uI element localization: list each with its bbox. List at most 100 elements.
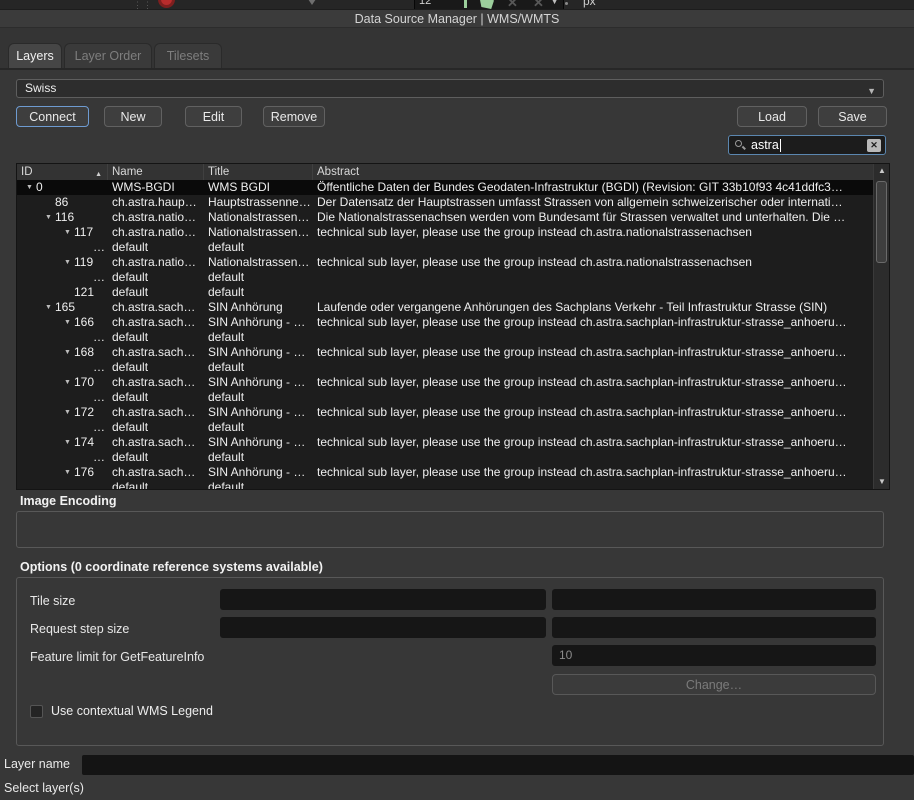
- scroll-up-icon[interactable]: ▲: [874, 164, 890, 178]
- cell-title: SIN Anhörung: [204, 300, 313, 315]
- tab-layers[interactable]: Layers: [8, 43, 62, 68]
- id-value: 117: [74, 225, 93, 240]
- tile-width-input[interactable]: [220, 589, 546, 610]
- connect-button[interactable]: Connect: [16, 106, 89, 127]
- expand-triangle-icon[interactable]: ▼: [61, 405, 74, 420]
- cell-title: default: [204, 270, 313, 285]
- id-value: 121: [74, 285, 94, 300]
- cell-id: ▼ 172: [17, 405, 108, 420]
- table-row[interactable]: … default default: [17, 270, 873, 285]
- vertical-scrollbar[interactable]: ▲ ▼: [873, 164, 889, 489]
- table-row[interactable]: ▼ 174 ch.astra.sach… SIN Anhörung - … te…: [17, 435, 873, 450]
- cell-id: 121: [17, 285, 108, 300]
- layer-name-input[interactable]: [82, 755, 914, 775]
- column-header-title[interactable]: Title: [204, 164, 313, 180]
- options-label: Options (0 coordinate reference systems …: [20, 560, 323, 574]
- column-header-id[interactable]: ID ▲: [17, 164, 108, 180]
- table-row[interactable]: ▼ 168 ch.astra.sach… SIN Anhörung - … te…: [17, 345, 873, 360]
- feature-limit-input[interactable]: 10: [552, 645, 876, 666]
- cell-name: ch.astra.natio…: [108, 225, 204, 240]
- expand-triangle-icon[interactable]: ▼: [42, 300, 55, 315]
- step-width-input[interactable]: [220, 617, 546, 638]
- cell-title: default: [204, 480, 313, 489]
- table-row[interactable]: … default default: [17, 390, 873, 405]
- new-button[interactable]: New: [104, 106, 162, 127]
- cell-abstract: technical sub layer, please use the grou…: [313, 315, 873, 330]
- expand-triangle-icon[interactable]: ▼: [61, 345, 74, 360]
- remove-button[interactable]: Remove: [263, 106, 325, 127]
- cell-name: default: [108, 285, 204, 300]
- table-row[interactable]: ▼ 119 ch.astra.natio… Nationalstrassen… …: [17, 255, 873, 270]
- cell-id: ▼ 116: [17, 210, 108, 225]
- table-row[interactable]: … default default: [17, 240, 873, 255]
- table-row[interactable]: ▼ 172 ch.astra.sach… SIN Anhörung - … te…: [17, 405, 873, 420]
- table-row[interactable]: … default default: [17, 450, 873, 465]
- column-label: Title: [208, 166, 229, 178]
- expand-triangle-icon[interactable]: ▼: [61, 465, 74, 480]
- expand-triangle-icon[interactable]: ▼: [61, 435, 74, 450]
- cell-name: default: [108, 390, 204, 405]
- scroll-down-icon[interactable]: ▼: [874, 475, 890, 489]
- tile-size-label: Tile size: [30, 594, 75, 608]
- expand-triangle-icon[interactable]: ▼: [42, 210, 55, 225]
- layer-name-label: Layer name: [4, 757, 70, 771]
- save-button[interactable]: Save: [818, 106, 887, 127]
- tab-label: Layer Order: [75, 49, 142, 63]
- cell-abstract: [313, 240, 873, 255]
- cell-abstract: Die Nationalstrassenachsen werden vom Bu…: [313, 210, 873, 225]
- expand-triangle-icon[interactable]: ▼: [61, 255, 74, 270]
- table-row[interactable]: … default default: [17, 420, 873, 435]
- tab-tilesets[interactable]: Tilesets: [154, 43, 222, 68]
- edit-button[interactable]: Edit: [185, 106, 242, 127]
- column-header-name[interactable]: Name: [108, 164, 204, 180]
- cell-abstract: technical sub layer, please use the grou…: [313, 405, 873, 420]
- cell-title: default: [204, 330, 313, 345]
- change-crs-button[interactable]: Change…: [552, 674, 876, 695]
- cell-name: ch.astra.haup…: [108, 195, 204, 210]
- table-row[interactable]: ▼ 165 ch.astra.sach… SIN Anhörung Laufen…: [17, 300, 873, 315]
- table-row[interactable]: ▼ 0 WMS-BGDI WMS BGDI Öffentliche Daten …: [17, 180, 873, 195]
- table-row[interactable]: 86 ch.astra.haup… Hauptstrassenne… Der D…: [17, 195, 873, 210]
- tab-layer-order[interactable]: Layer Order: [64, 43, 152, 68]
- cell-title: default: [204, 240, 313, 255]
- cell-id: …: [17, 240, 108, 255]
- cell-abstract: [313, 420, 873, 435]
- contextual-legend-checkbox[interactable]: [30, 705, 43, 718]
- cell-title: default: [204, 360, 313, 375]
- table-row[interactable]: 121 default default: [17, 285, 873, 300]
- cell-abstract: [313, 480, 873, 489]
- load-button[interactable]: Load: [737, 106, 807, 127]
- table-row[interactable]: ▼ 117 ch.astra.natio… Nationalstrassen… …: [17, 225, 873, 240]
- expand-triangle-icon[interactable]: ▼: [23, 180, 36, 195]
- clear-search-icon[interactable]: ✕: [867, 139, 881, 152]
- cell-abstract: technical sub layer, please use the grou…: [313, 435, 873, 450]
- step-height-input[interactable]: [552, 617, 876, 638]
- table-row[interactable]: ▼ 176 ch.astra.sach… SIN Anhörung - … te…: [17, 465, 873, 480]
- expand-triangle-icon[interactable]: ▼: [61, 315, 74, 330]
- connection-select[interactable]: Swiss ▼: [16, 79, 884, 98]
- id-value: 166: [74, 315, 94, 330]
- select-layers-label: Select layer(s): [4, 781, 84, 795]
- cell-abstract: Öffentliche Daten der Bundes Geodaten-In…: [313, 180, 873, 195]
- table-row[interactable]: … default default: [17, 480, 873, 489]
- cell-id: …: [17, 330, 108, 345]
- cell-title: Hauptstrassenne…: [204, 195, 313, 210]
- cell-abstract: technical sub layer, please use the grou…: [313, 465, 873, 480]
- table-row[interactable]: … default default: [17, 360, 873, 375]
- column-label: Name: [112, 166, 143, 178]
- cell-id: ▼ 174: [17, 435, 108, 450]
- table-row[interactable]: ▼ 166 ch.astra.sach… SIN Anhörung - … te…: [17, 315, 873, 330]
- expand-triangle-icon[interactable]: ▼: [61, 375, 74, 390]
- table-row[interactable]: ▼ 170 ch.astra.sach… SIN Anhörung - … te…: [17, 375, 873, 390]
- table-row[interactable]: ▼ 116 ch.astra.natio… Nationalstrassen… …: [17, 210, 873, 225]
- table-row[interactable]: … default default: [17, 330, 873, 345]
- expand-triangle-icon[interactable]: ▼: [61, 225, 74, 240]
- tile-height-input[interactable]: [552, 589, 876, 610]
- column-header-abstract[interactable]: Abstract: [313, 164, 873, 180]
- search-input[interactable]: astra ✕: [728, 135, 886, 155]
- scrollbar-thumb[interactable]: [876, 181, 887, 263]
- connection-selected-value: Swiss: [25, 81, 56, 95]
- cell-name: default: [108, 450, 204, 465]
- cell-abstract: [313, 390, 873, 405]
- dialog-title-bar: Data Source Manager | WMS/WMTS: [0, 10, 914, 28]
